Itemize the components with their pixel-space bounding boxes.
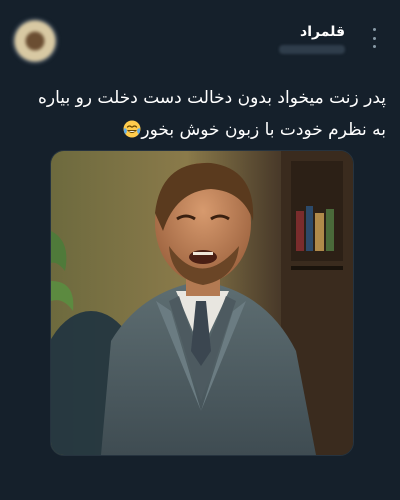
- tweet-text-line-2-text: به نظرم خودت با زبون خوش بخور: [141, 120, 386, 140]
- tweet-text: پدر زنت میخواد بدون دخالت دست دخلت رو بی…: [16, 82, 386, 146]
- avatar[interactable]: [12, 18, 58, 64]
- more-options-button[interactable]: [366, 26, 382, 50]
- tweet-card[interactable]: قلمراد پدر زنت میخواد بدون دخالت دست دخل…: [0, 0, 400, 500]
- dot-icon: [372, 36, 376, 40]
- tweet-text-line-1: پدر زنت میخواد بدون دخالت دست دخلت رو بی…: [38, 88, 386, 108]
- dot-icon: [372, 45, 376, 48]
- tweet-text-line-2: به نظرم خودت با زبون خوش بخور: [16, 114, 386, 146]
- dot-icon: [372, 28, 376, 31]
- face-with-tears-of-joy-icon: [123, 120, 141, 138]
- tweet-media-image[interactable]: [50, 150, 354, 456]
- meme-image-icon: [51, 151, 353, 455]
- author-name[interactable]: قلمراد: [279, 24, 345, 40]
- author-handle-blurred: [279, 45, 345, 54]
- author-info[interactable]: قلمراد: [279, 24, 345, 54]
